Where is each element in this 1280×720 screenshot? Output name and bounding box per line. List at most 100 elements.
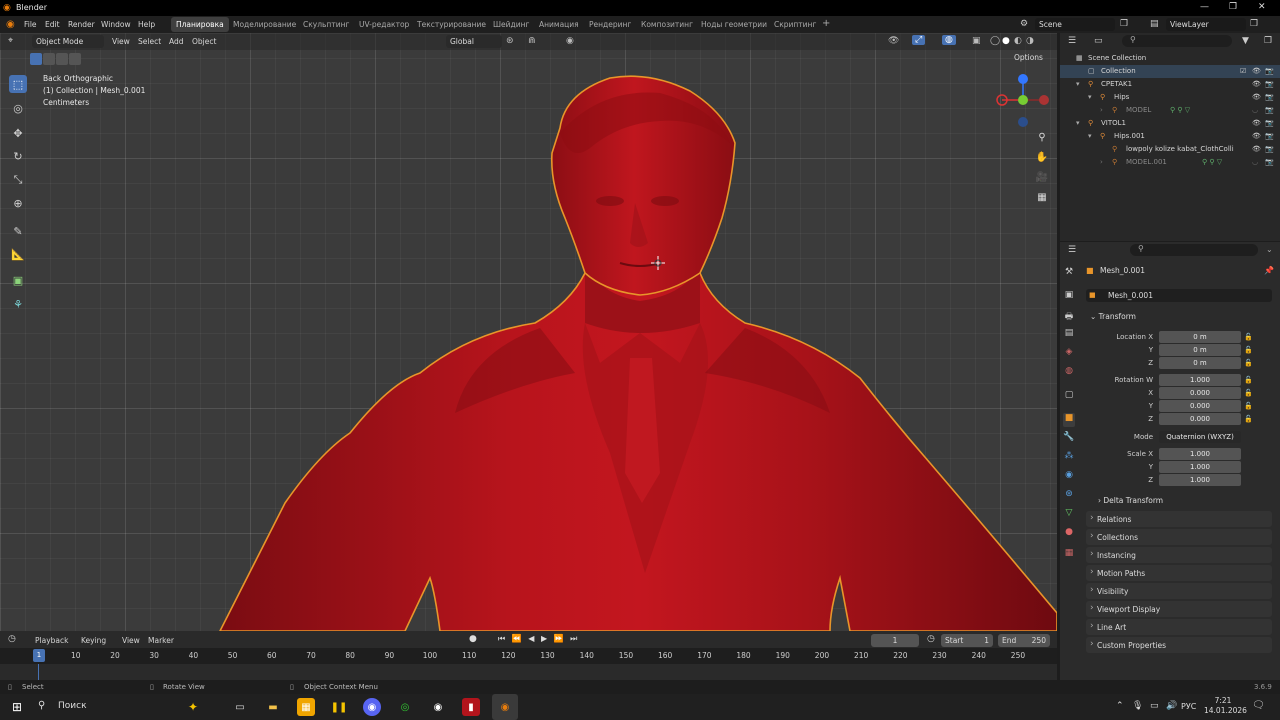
- app-icon[interactable]: ❚❚: [330, 698, 348, 716]
- annotate-tool[interactable]: ✎: [9, 222, 27, 240]
- eye-icon[interactable]: 👁: [1252, 80, 1261, 88]
- microphone-icon[interactable]: 🎙: [1132, 701, 1143, 711]
- chevron-right-icon[interactable]: ›: [1100, 158, 1103, 166]
- lock-icon[interactable]: 🔓: [1244, 331, 1254, 344]
- timeline-editor-icon[interactable]: ◷: [8, 634, 16, 644]
- outliner-row[interactable]: ▦ Scene Collection: [1060, 52, 1280, 65]
- eye-icon[interactable]: 👁: [1252, 145, 1261, 153]
- cursor-tool[interactable]: ◎: [9, 99, 27, 117]
- solid-shading-icon[interactable]: ●: [1002, 36, 1010, 46]
- menu-timeline-view[interactable]: View: [122, 636, 140, 645]
- tab-workspace-modeling[interactable]: Моделирование: [233, 20, 296, 29]
- tab-workspace-shading[interactable]: Шейдинг: [493, 20, 529, 29]
- xray-icon[interactable]: ▣: [972, 36, 981, 46]
- object-mode-dropdown[interactable]: Object Mode: [32, 35, 104, 48]
- tab-workspace-compositing[interactable]: Композитинг: [641, 20, 693, 29]
- maximize-icon[interactable]: ❐: [1229, 2, 1237, 12]
- tab-workspace-rendering[interactable]: Рендеринг: [589, 20, 631, 29]
- volume-icon[interactable]: 🔊: [1166, 701, 1177, 711]
- new-collection-icon[interactable]: ❐: [1264, 36, 1272, 46]
- eye-icon[interactable]: 👁: [1252, 67, 1261, 75]
- location-x-field[interactable]: 0 m: [1159, 331, 1241, 343]
- add-workspace-icon[interactable]: +: [822, 18, 830, 29]
- camera-icon[interactable]: 📷: [1265, 119, 1274, 127]
- rendered-shading-icon[interactable]: ◑: [1026, 36, 1034, 46]
- copilot-icon[interactable]: ✦: [184, 698, 202, 716]
- properties-search-input[interactable]: ⚲: [1130, 244, 1258, 256]
- navigation-gizmo[interactable]: [996, 74, 1049, 127]
- select-subtract-icon[interactable]: [56, 53, 68, 65]
- adobe-icon[interactable]: ▮: [462, 698, 480, 716]
- options-dropdown[interactable]: Options: [1014, 53, 1043, 62]
- motion-paths-panel[interactable]: Motion Paths: [1086, 565, 1272, 581]
- camera-icon[interactable]: 📷: [1265, 93, 1274, 101]
- camera-icon[interactable]: 📷: [1265, 80, 1274, 88]
- menu-edit[interactable]: Edit: [45, 20, 60, 29]
- render-tab-icon[interactable]: ▣: [1063, 290, 1075, 304]
- checkbox-icon[interactable]: ☑: [1240, 67, 1246, 75]
- transform-orientation-dropdown[interactable]: Global: [446, 35, 502, 48]
- rotation-w-field[interactable]: 1.000: [1159, 374, 1241, 386]
- filter-icon[interactable]: ▼: [1242, 36, 1249, 46]
- camera-icon[interactable]: 📷: [1265, 145, 1274, 153]
- tab-workspace-uv[interactable]: UV-редактор: [359, 20, 409, 29]
- playhead[interactable]: 1: [33, 649, 45, 662]
- menu-help[interactable]: Help: [138, 20, 155, 29]
- chevron-down-icon[interactable]: ▾: [1076, 119, 1080, 127]
- select-box-tool[interactable]: ⬚: [9, 75, 27, 93]
- menu-object[interactable]: Object: [192, 37, 216, 46]
- viewport-display-panel[interactable]: Viewport Display: [1086, 601, 1272, 617]
- outliner-row[interactable]: ▾ ⚲ CPETAK1 👁 📷: [1060, 78, 1280, 91]
- chevron-down-icon[interactable]: ▾: [1088, 132, 1092, 140]
- menu-view[interactable]: View: [112, 37, 130, 46]
- minimize-icon[interactable]: —: [1200, 2, 1209, 12]
- lock-icon[interactable]: 🔓: [1244, 400, 1254, 413]
- visibility-panel[interactable]: Visibility: [1086, 583, 1272, 599]
- camera-view-icon[interactable]: 🎥: [1033, 168, 1051, 186]
- select-intersect-icon[interactable]: [69, 53, 81, 65]
- search-icon[interactable]: ⚲: [38, 700, 45, 711]
- menu-select[interactable]: Select: [138, 37, 161, 46]
- chevron-right-icon[interactable]: ›: [1100, 106, 1103, 114]
- menu-render[interactable]: Render: [68, 20, 95, 29]
- line-art-panel[interactable]: Line Art: [1086, 619, 1272, 635]
- outliner-row[interactable]: ▾ ⚲ Hips.001 👁 📷: [1060, 130, 1280, 143]
- eye-hidden-icon[interactable]: ◡: [1252, 158, 1258, 166]
- playback-controls[interactable]: ⏮ ⏪ ◀ ▶ ⏩ ⏭: [498, 634, 579, 644]
- lock-icon[interactable]: 🔓: [1244, 387, 1254, 400]
- delta-transform-header[interactable]: › Delta Transform: [1098, 496, 1163, 505]
- measure-tool[interactable]: 📐: [9, 245, 27, 263]
- language-indicator[interactable]: РУС: [1181, 702, 1196, 711]
- scale-z-field[interactable]: 1.000: [1159, 474, 1241, 486]
- tab-workspace-animation[interactable]: Анимация: [539, 20, 579, 29]
- constraints-tab-icon[interactable]: ⊛: [1063, 489, 1075, 503]
- rotation-y-field[interactable]: 0.000: [1159, 400, 1241, 412]
- current-frame-field[interactable]: 1: [871, 634, 919, 647]
- rotation-z-field[interactable]: 0.000: [1159, 413, 1241, 425]
- menu-keying[interactable]: Keying: [81, 636, 106, 645]
- outliner-row[interactable]: ▾ ⚲ VITOL1 👁 📷: [1060, 117, 1280, 130]
- add-cube-tool[interactable]: ▣: [9, 271, 27, 289]
- view-layer-selector[interactable]: ViewLayer: [1166, 18, 1246, 31]
- camera-icon[interactable]: 📷: [1265, 67, 1274, 75]
- camera-icon[interactable]: 📷: [1265, 106, 1274, 114]
- rotate-tool[interactable]: ↻: [9, 147, 27, 165]
- menu-playback[interactable]: Playback: [35, 636, 68, 645]
- start-frame-field[interactable]: Start 1: [941, 634, 993, 647]
- end-frame-field[interactable]: End 250: [998, 634, 1050, 647]
- overlay-toggle-icon[interactable]: ◍: [942, 35, 956, 45]
- properties-editor-icon[interactable]: ☰: [1068, 245, 1076, 255]
- close-icon[interactable]: ✕: [1258, 2, 1266, 12]
- display-icon[interactable]: ▭: [1150, 701, 1159, 711]
- chevron-down-icon[interactable]: ▾: [1088, 93, 1092, 101]
- record-icon[interactable]: ●: [469, 634, 477, 644]
- scale-tool[interactable]: ⤡: [9, 171, 27, 189]
- lock-icon[interactable]: 🔓: [1244, 344, 1254, 357]
- tool-tab-icon[interactable]: ⚒: [1063, 267, 1075, 281]
- object-name-field[interactable]: ■ Mesh_0.001: [1086, 289, 1272, 302]
- data-tab-icon[interactable]: ▽: [1063, 508, 1075, 522]
- lock-icon[interactable]: 🔓: [1244, 357, 1254, 370]
- menu-marker[interactable]: Marker: [148, 636, 174, 645]
- clock-icon[interactable]: ◷: [927, 634, 935, 644]
- outliner-row[interactable]: ⚲ lowpoly kolize kabat_ClothColli 👁 📷: [1060, 143, 1280, 156]
